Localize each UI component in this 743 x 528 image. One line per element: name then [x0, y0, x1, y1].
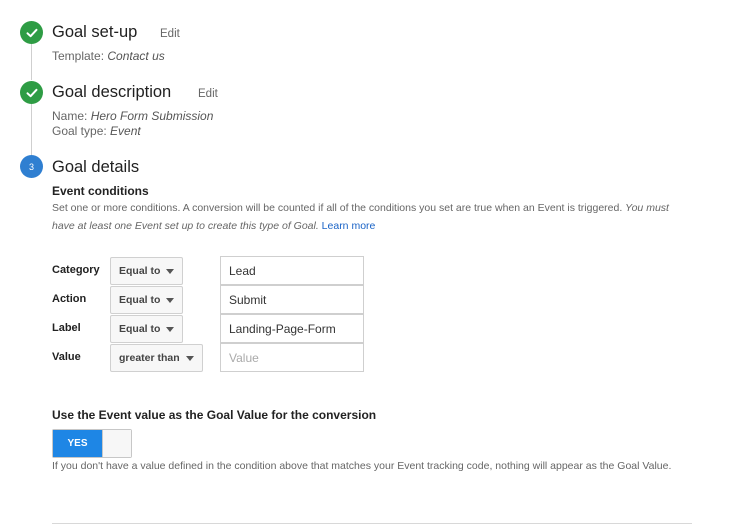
edit-goal-description-link[interactable]: Edit: [198, 88, 218, 100]
condition-label-category: Category: [52, 264, 100, 276]
template-meta: Template: Contact us: [52, 49, 165, 63]
goal-name-label: Name:: [52, 109, 88, 123]
value-operator-select[interactable]: greater than: [110, 344, 203, 372]
action-value-input[interactable]: [220, 285, 364, 314]
step-title-goal-setup: Goal set-up: [52, 23, 138, 41]
event-conditions-heading: Event conditions: [52, 184, 149, 198]
step-number-badge: 3: [20, 155, 43, 178]
category-operator-select[interactable]: Equal to: [110, 257, 183, 285]
toggle-knob: [102, 430, 131, 457]
edit-goal-setup-link[interactable]: Edit: [160, 28, 180, 40]
goal-name-value: Hero Form Submission: [90, 109, 214, 123]
description-text: Set one or more conditions. A conversion…: [52, 202, 623, 214]
use-event-value-help: If you don't have a value defined in the…: [52, 460, 672, 472]
action-operator-value: Equal to: [119, 294, 161, 306]
condition-label-label: Label: [52, 322, 81, 334]
goal-type-meta: Goal type: Event: [52, 124, 141, 138]
chevron-down-icon: [186, 356, 194, 361]
value-operator-value: greater than: [119, 352, 180, 364]
goal-type-label: Goal type:: [52, 124, 107, 138]
use-event-value-toggle[interactable]: YES: [52, 429, 132, 458]
step-complete-check-icon: [20, 21, 43, 44]
category-value-input[interactable]: [220, 256, 364, 285]
toggle-yes-label: YES: [53, 430, 102, 457]
condition-label-action: Action: [52, 293, 87, 305]
action-operator-select[interactable]: Equal to: [110, 286, 183, 314]
condition-label-value: Value: [52, 351, 81, 363]
goal-name-meta: Name: Hero Form Submission: [52, 109, 213, 123]
goal-type-value: Event: [110, 124, 141, 138]
template-label: Template:: [52, 49, 105, 63]
chevron-down-icon: [166, 327, 174, 332]
section-divider: [52, 523, 692, 524]
chevron-down-icon: [166, 298, 174, 303]
step-title-goal-description: Goal description: [52, 83, 172, 101]
category-operator-value: Equal to: [119, 265, 161, 277]
label-value-input[interactable]: [220, 314, 364, 343]
use-event-value-heading: Use the Event value as the Goal Value fo…: [52, 408, 377, 422]
step-complete-check-icon: [20, 81, 43, 104]
event-conditions-description: Set one or more conditions. A conversion…: [52, 199, 692, 235]
label-operator-select[interactable]: Equal to: [110, 315, 183, 343]
label-operator-value: Equal to: [119, 323, 161, 335]
value-input[interactable]: [220, 343, 364, 372]
step-connector: [31, 103, 32, 155]
learn-more-link[interactable]: Learn more: [322, 220, 376, 232]
template-value: Contact us: [107, 49, 165, 63]
step-connector: [31, 43, 32, 80]
chevron-down-icon: [166, 269, 174, 274]
step-title-goal-details: Goal details: [52, 158, 140, 176]
